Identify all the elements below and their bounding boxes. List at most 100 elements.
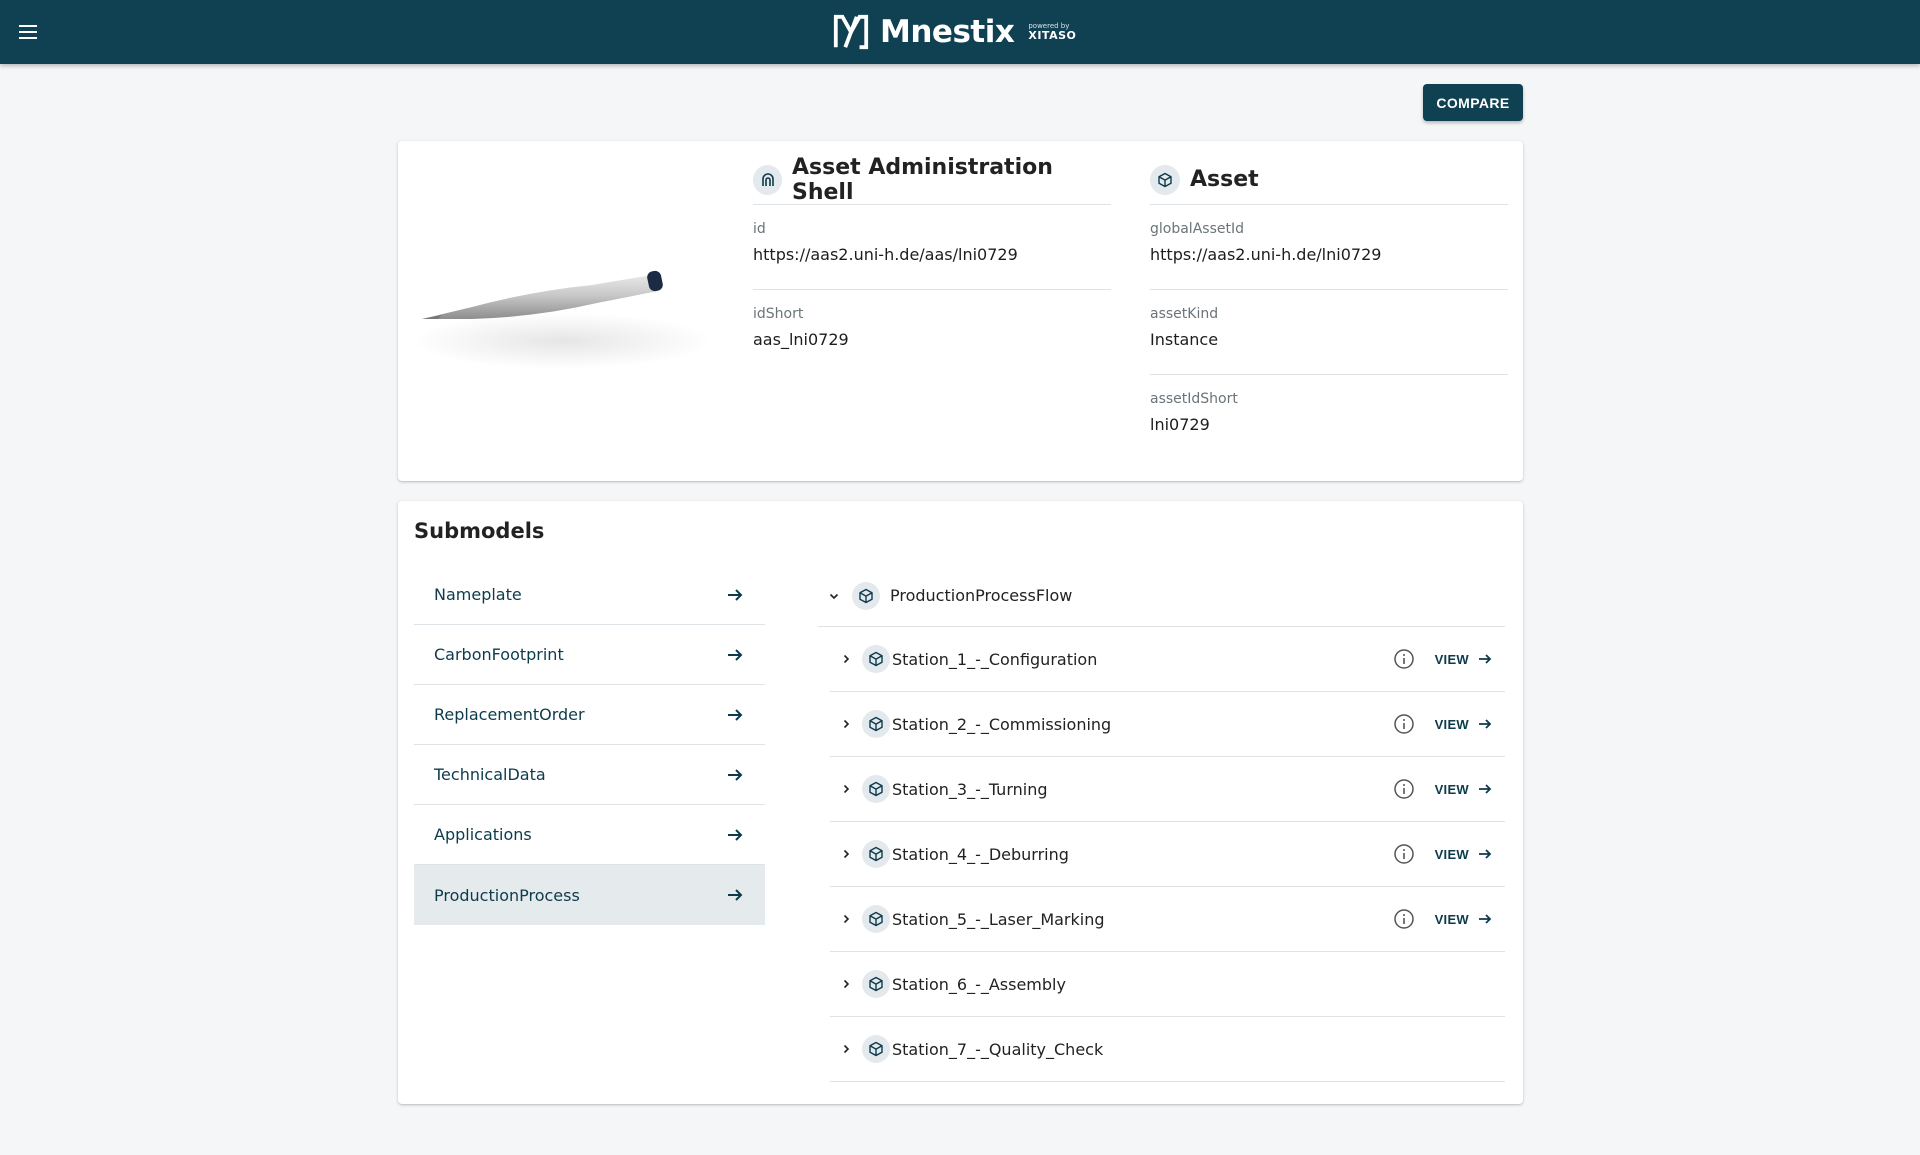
field-label: globalAssetId <box>1150 221 1244 237</box>
asset-header: Asset <box>1150 155 1508 205</box>
submodel-label: Applications <box>434 825 532 844</box>
submodel-tree: ProductionProcessFlow Station_1_-_Config… <box>818 565 1505 1082</box>
submodel-label: ReplacementOrder <box>434 705 585 724</box>
view-label: VIEW <box>1434 911 1469 927</box>
arrow-right-icon <box>1479 784 1492 794</box>
tree-node-label: Station_4_-_Deburring <box>892 844 1069 864</box>
powered-by-brand: XITASO <box>1028 29 1077 42</box>
view-label: VIEW <box>1434 716 1469 732</box>
cube-icon <box>862 775 890 803</box>
chevron-right-icon[interactable] <box>838 1041 854 1057</box>
tree-root: ProductionProcessFlow <box>818 565 1505 627</box>
view-label: VIEW <box>1434 651 1469 667</box>
aas-section: Asset Administration Shell id https://aa… <box>753 155 1111 375</box>
arrow-right-icon <box>728 708 743 721</box>
submodel-item-replacementorder[interactable]: ReplacementOrder <box>414 685 765 745</box>
compare-button[interactable]: COMPARE <box>1423 84 1523 121</box>
powered-by: powered by XITASO <box>1028 22 1077 42</box>
aas-title: Asset Administration Shell <box>792 154 1053 205</box>
tree-node: Station_2_-_Commissioning VIEW <box>830 692 1505 757</box>
tree-node: Station_7_-_Quality_Check <box>830 1017 1505 1082</box>
cube-icon <box>862 645 890 673</box>
submodel-item-productionprocess[interactable]: ProductionProcess <box>414 865 765 925</box>
tree-node-label: Station_1_-_Configuration <box>892 649 1098 669</box>
tree-node: Station_3_-_Turning VIEW <box>830 757 1505 822</box>
tree-node-label: Station_3_-_Turning <box>892 779 1048 799</box>
submodel-item-applications[interactable]: Applications <box>414 805 765 865</box>
chevron-right-icon[interactable] <box>838 716 854 732</box>
submodel-label: ProductionProcess <box>434 885 580 905</box>
arrow-right-icon <box>728 768 743 781</box>
tree-node: Station_1_-_Configuration VIEW <box>830 627 1505 692</box>
view-button[interactable]: VIEW <box>1435 781 1493 797</box>
app-logo: Mnestix powered by XITASO <box>832 12 1076 52</box>
aas-field-idshort: idShort aas_lni0729 <box>753 290 1111 375</box>
cube-icon <box>1150 164 1180 195</box>
field-label: assetKind <box>1150 306 1219 322</box>
cube-icon <box>862 710 890 738</box>
field-value: https://aas2.uni-h.de/lni0729 <box>1150 245 1382 264</box>
info-icon[interactable] <box>1393 843 1415 865</box>
asset-field-globalassetid: globalAssetId https://aas2.uni-h.de/lni0… <box>1150 205 1508 290</box>
view-button[interactable]: VIEW <box>1435 846 1493 862</box>
view-button[interactable]: VIEW <box>1435 716 1493 732</box>
asset-section: Asset globalAssetId https://aas2.uni-h.d… <box>1150 155 1508 460</box>
view-button[interactable]: VIEW <box>1435 651 1493 667</box>
cube-icon <box>852 581 880 610</box>
top-app-bar: Mnestix powered by XITASO <box>0 0 1920 64</box>
arrow-right-icon <box>1479 654 1492 664</box>
field-value: lni0729 <box>1150 415 1210 434</box>
info-icon[interactable] <box>1393 648 1415 670</box>
field-label: assetIdShort <box>1150 391 1238 407</box>
submodel-item-carbonfootprint[interactable]: CarbonFootprint <box>414 625 765 685</box>
field-value: Instance <box>1150 330 1219 349</box>
tree-node-label: Station_6_-_Assembly <box>892 974 1066 994</box>
aas-header: Asset Administration Shell <box>753 155 1111 205</box>
arrow-right-icon <box>728 889 743 901</box>
submodel-item-technicaldata[interactable]: TechnicalData <box>414 745 765 805</box>
submodels-title: Submodels <box>414 519 545 543</box>
tree-node-label: Station_7_-_Quality_Check <box>892 1039 1104 1059</box>
tree-node-label: Station_2_-_Commissioning <box>892 714 1112 734</box>
tree-node: Station_6_-_Assembly <box>830 952 1505 1017</box>
view-label: VIEW <box>1434 781 1469 797</box>
info-icon[interactable] <box>1393 908 1415 930</box>
chevron-right-icon[interactable] <box>838 976 854 992</box>
chevron-down-icon[interactable] <box>826 588 842 604</box>
asset-field-assetkind: assetKind Instance <box>1150 290 1508 375</box>
view-button[interactable]: VIEW <box>1435 911 1493 927</box>
field-label: id <box>753 221 766 237</box>
menu-icon[interactable] <box>14 18 42 46</box>
submodels-card: Submodels Nameplate CarbonFootprint Repl… <box>398 501 1523 1104</box>
asset-field-assetidshort: assetIdShort lni0729 <box>1150 375 1508 460</box>
arrow-right-icon <box>1479 719 1492 729</box>
cube-icon <box>862 1035 890 1063</box>
submodel-label: TechnicalData <box>434 765 546 784</box>
app-name: Mnestix <box>880 14 1015 50</box>
powered-by-text: powered by <box>1028 22 1070 30</box>
tree-node-label: Station_5_-_Laser_Marking <box>892 909 1105 929</box>
field-label: idShort <box>753 306 804 322</box>
submodel-label: Nameplate <box>434 585 522 604</box>
submodel-list: Nameplate CarbonFootprint ReplacementOrd… <box>414 565 765 925</box>
view-label: VIEW <box>1434 846 1469 862</box>
info-icon[interactable] <box>1393 778 1415 800</box>
shell-icon <box>753 164 782 195</box>
field-value: aas_lni0729 <box>753 330 849 349</box>
tree-node: Station_5_-_Laser_Marking VIEW <box>830 887 1505 952</box>
chevron-right-icon[interactable] <box>838 781 854 797</box>
aas-overview-card: Asset Administration Shell id https://aa… <box>398 141 1523 481</box>
info-icon[interactable] <box>1393 713 1415 735</box>
chevron-right-icon[interactable] <box>838 911 854 927</box>
product-image <box>412 270 712 369</box>
chevron-right-icon[interactable] <box>838 651 854 667</box>
cube-icon <box>862 905 890 933</box>
arrow-right-icon <box>1479 849 1492 859</box>
arrow-right-icon <box>728 828 743 841</box>
field-value: https://aas2.uni-h.de/aas/lni0729 <box>753 245 1018 264</box>
arrow-right-icon <box>728 588 743 601</box>
cube-icon <box>862 840 890 868</box>
chevron-right-icon[interactable] <box>838 846 854 862</box>
submodel-item-nameplate[interactable]: Nameplate <box>414 565 765 625</box>
arrow-right-icon <box>728 648 743 661</box>
